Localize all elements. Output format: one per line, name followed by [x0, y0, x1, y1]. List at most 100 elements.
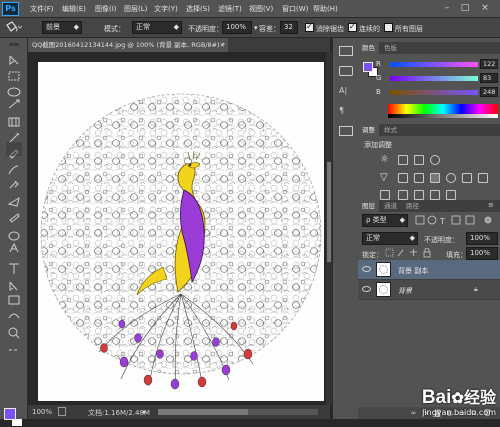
brush-presets-icon[interactable]	[339, 126, 353, 136]
close-window-button[interactable]: ×	[478, 2, 492, 14]
mode-select[interactable]: 正常◆	[132, 21, 182, 34]
tab-swatches[interactable]: 色板	[380, 42, 401, 54]
layer-opacity-input[interactable]: 100%	[466, 232, 498, 245]
chevron-down-icon[interactable]: ▾	[254, 24, 258, 32]
antialias-label: 消除锯齿	[316, 24, 344, 34]
status-icon[interactable]	[58, 407, 66, 416]
opacity-input[interactable]: 100%	[222, 21, 252, 34]
canvas-area	[28, 52, 330, 405]
visibility-eye-icon[interactable]	[362, 266, 371, 272]
menu-edit[interactable]: 编辑(E)	[62, 4, 86, 14]
horizontal-scrollbar[interactable]	[158, 409, 318, 415]
status-arrow-icon[interactable]: ▸	[143, 408, 147, 416]
green-value[interactable]: 83	[480, 73, 498, 83]
properties-icon[interactable]	[339, 66, 353, 76]
tab-adjustments[interactable]: 调整	[358, 124, 379, 136]
menu-image[interactable]: 图像(I)	[95, 4, 117, 14]
panel-menu-icon[interactable]: ≡	[488, 201, 494, 209]
visibility-eye-icon[interactable]	[362, 286, 371, 292]
menu-layer[interactable]: 图层(L)	[124, 4, 147, 14]
blue-slider[interactable]	[390, 90, 478, 95]
layer-row-background-copy[interactable]: 背景 副本	[358, 260, 500, 280]
color-panel-tabs: 颜色 色板	[358, 42, 500, 54]
scrollbar-thumb[interactable]	[327, 162, 331, 262]
paint-bucket-preset-icon[interactable]	[4, 21, 22, 36]
blend-mode-select[interactable]: 正常◆	[362, 232, 418, 245]
tab-channels[interactable]: 通道	[380, 200, 401, 212]
color-foreground-swatch[interactable]	[363, 62, 373, 72]
layer-name[interactable]: 背景	[398, 286, 412, 296]
watermark-brand: Bai	[422, 387, 452, 408]
close-tab-button[interactable]: ×	[220, 38, 225, 52]
levels-icon[interactable]	[398, 155, 408, 165]
selective-color-icon[interactable]	[430, 190, 440, 200]
color-balance-icon[interactable]	[414, 173, 424, 183]
invert-icon[interactable]	[380, 190, 390, 200]
threshold-icon[interactable]	[414, 190, 424, 200]
photoshop-logo: Ps	[2, 2, 19, 16]
menu-bar: Ps 文件(F) 编辑(E) 图像(I) 图层(L) 文字(Y) 选择(S) 滤…	[0, 0, 500, 18]
layer-filter-icons[interactable]: T	[414, 215, 498, 225]
blue-value[interactable]: 248	[480, 87, 498, 97]
lock-icon: 🔒︎	[474, 285, 478, 294]
all-layers-checkbox[interactable]	[384, 23, 393, 32]
right-panels: 颜色 色板 R 122 G 83 B 248 调整 样式 添加调整 ☼ ▽ 图层…	[358, 38, 500, 419]
red-slider[interactable]	[390, 62, 478, 67]
menu-select[interactable]: 选择(S)	[186, 4, 210, 14]
layer-kind-filter[interactable]: ρ 类型◆	[362, 214, 408, 227]
brightness-icon[interactable]: ☼	[380, 154, 389, 165]
color-spectrum-bar[interactable]	[388, 104, 498, 114]
red-value[interactable]: 122	[480, 59, 498, 69]
menu-type[interactable]: 文字(Y)	[154, 4, 178, 14]
black-white-icon[interactable]	[430, 173, 440, 183]
menu-file[interactable]: 文件(F)	[30, 4, 54, 14]
paragraph-icon[interactable]: ¶	[339, 106, 353, 116]
vibrance-icon[interactable]: ▽	[380, 172, 388, 183]
tab-color[interactable]: 颜色	[358, 42, 379, 54]
document-tab[interactable]: QQ截图20160412134144.jpg @ 100% (背景 副本, RG…	[28, 38, 228, 52]
fill-source-select[interactable]: 前景◆	[42, 21, 82, 34]
gradient-map-icon[interactable]	[446, 190, 456, 200]
history-icon[interactable]	[339, 46, 353, 56]
layer-name[interactable]: 背景 副本	[398, 266, 428, 276]
svg-text:T: T	[439, 217, 445, 225]
layer-thumbnail	[376, 262, 391, 277]
tab-paths[interactable]: 路径	[402, 200, 423, 212]
maximize-button[interactable]: □	[458, 2, 472, 14]
tab-layers[interactable]: 图层	[358, 200, 379, 212]
document-tab-title: QQ截图20160412134144.jpg @ 100% (背景 副本, RG…	[32, 41, 225, 49]
curves-icon[interactable]	[414, 155, 424, 165]
menu-window[interactable]: 窗口(W)	[282, 4, 308, 14]
menu-help[interactable]: 帮助(H)	[313, 4, 338, 14]
minimize-button[interactable]: –	[440, 2, 454, 14]
options-bar: 前景◆ 模式： 正常◆ 不透明度： 100% ▾ 容差： 32 消除锯齿 连续的…	[0, 18, 500, 38]
fill-input[interactable]: 100%	[466, 247, 498, 260]
contiguous-checkbox[interactable]	[348, 23, 357, 32]
lock-icons[interactable]	[384, 248, 444, 258]
active-tool-highlight	[6, 142, 22, 156]
green-slider[interactable]	[390, 76, 478, 81]
character-icon[interactable]: A|	[339, 86, 353, 96]
posterize-icon[interactable]	[398, 190, 408, 200]
layer-row-background[interactable]: 背景 🔒︎	[358, 280, 500, 300]
menu-filter[interactable]: 滤镜(T)	[218, 4, 242, 14]
green-channel-label: G	[376, 74, 381, 82]
menu-view[interactable]: 视图(V)	[249, 4, 273, 14]
foreground-color-swatch[interactable]	[4, 408, 16, 420]
fill-label: 填充：	[446, 250, 467, 260]
grayscale-ramp[interactable]	[388, 114, 498, 118]
antialias-checkbox[interactable]	[305, 23, 314, 32]
tab-styles[interactable]: 样式	[380, 124, 401, 136]
exposure-icon[interactable]	[430, 155, 440, 165]
paint-bucket-tool-icon[interactable]	[7, 256, 21, 268]
document-tab-bar: QQ截图20160412134144.jpg @ 100% (背景 副本, RG…	[28, 38, 330, 52]
photo-filter-icon[interactable]	[446, 173, 456, 183]
tolerance-input[interactable]: 32	[280, 21, 298, 34]
link-layers-icon[interactable]: ∞	[408, 409, 419, 418]
channel-mixer-icon[interactable]	[462, 173, 472, 183]
hue-saturation-icon[interactable]	[398, 173, 408, 183]
color-lookup-icon[interactable]	[478, 173, 488, 183]
artwork-canvas[interactable]	[38, 62, 324, 401]
red-channel-label: R	[376, 60, 381, 68]
zoom-level[interactable]: 100%	[32, 408, 52, 416]
